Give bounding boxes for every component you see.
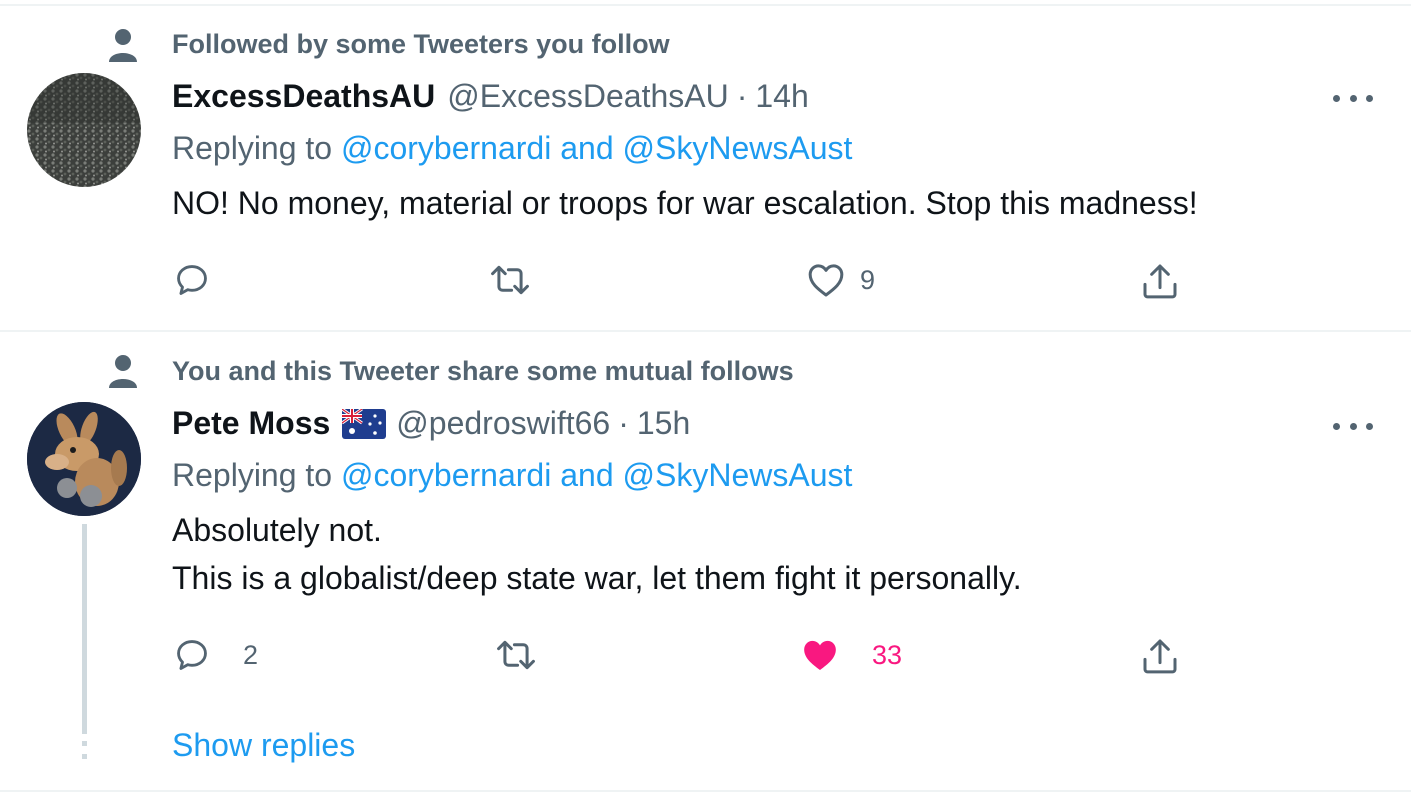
timestamp[interactable]: 15h (637, 405, 690, 442)
replying-users-link[interactable]: @corybernardi and @SkyNewsAust (341, 457, 852, 493)
tweet-text-line: Absolutely not. (172, 512, 382, 548)
like-count: 9 (860, 264, 876, 295)
reply-button[interactable] (173, 261, 225, 299)
tweet-text: NO! No money, material or troops for war… (172, 179, 1198, 227)
like-button[interactable]: 33 (800, 636, 902, 674)
replying-prefix: Replying to (172, 130, 333, 166)
replying-to: Replying to @corybernardi and @SkyNewsAu… (172, 457, 852, 494)
share-icon (1143, 264, 1177, 299)
like-button[interactable]: 9 (806, 261, 875, 299)
replying-prefix: Replying to (172, 457, 333, 493)
tweet-text-line: This is a globalist/deep state war, let … (172, 560, 1022, 596)
share-button[interactable] (1140, 636, 1180, 676)
separator: · (736, 78, 748, 114)
avatar[interactable] (27, 402, 141, 516)
handle[interactable]: @pedroswift66 (396, 405, 610, 442)
more-icon[interactable] (1333, 88, 1373, 108)
like-icon (804, 640, 836, 670)
tweet-header: ExcessDeathsAU @ExcessDeathsAU · 14h (172, 78, 809, 115)
display-name[interactable]: Pete Moss (172, 405, 330, 442)
timestamp[interactable]: 14h (755, 78, 808, 115)
like-count: 33 (872, 639, 903, 670)
reply-icon (177, 640, 207, 670)
reply-count: 2 (243, 639, 259, 670)
handle[interactable]: @ExcessDeathsAU (447, 78, 728, 115)
kangaroo-avatar-image (27, 402, 141, 516)
more-icon[interactable] (1333, 416, 1373, 436)
australia-flag-icon (342, 408, 387, 439)
display-name[interactable]: ExcessDeathsAU (172, 78, 435, 115)
replying-users-link[interactable]: @corybernardi and @SkyNewsAust (341, 130, 852, 166)
retweet-button[interactable] (488, 261, 546, 299)
tweet-header: Pete Moss @pedroswift66 · 15h (172, 405, 690, 442)
crowd-avatar-image (27, 73, 141, 187)
show-replies-link[interactable]: Show replies (172, 727, 355, 764)
share-icon (1143, 639, 1177, 674)
reply-button[interactable]: 2 (173, 636, 258, 674)
social-context: Followed by some Tweeters you follow (172, 29, 670, 59)
bottom-divider (0, 790, 1411, 792)
replying-to: Replying to @corybernardi and @SkyNewsAu… (172, 130, 852, 167)
social-context: You and this Tweeter share some mutual f… (172, 356, 794, 386)
avatar[interactable] (27, 73, 141, 187)
thread-connector (82, 524, 87, 734)
person-icon (109, 355, 137, 388)
separator: · (618, 405, 629, 441)
tweet-1[interactable]: Followed by some Tweeters you follow Exc… (0, 0, 1411, 330)
tweet-text-line: NO! No money, material or troops for war… (172, 185, 1198, 221)
retweet-icon (491, 265, 529, 295)
person-icon (109, 29, 137, 62)
retweet-button[interactable] (494, 636, 552, 674)
tweet-text: Absolutely not. This is a globalist/deep… (172, 506, 1022, 602)
retweet-icon (497, 640, 535, 670)
like-icon (808, 264, 844, 297)
thread-dots (82, 728, 87, 767)
share-button[interactable] (1140, 261, 1180, 301)
reply-icon (177, 265, 207, 295)
